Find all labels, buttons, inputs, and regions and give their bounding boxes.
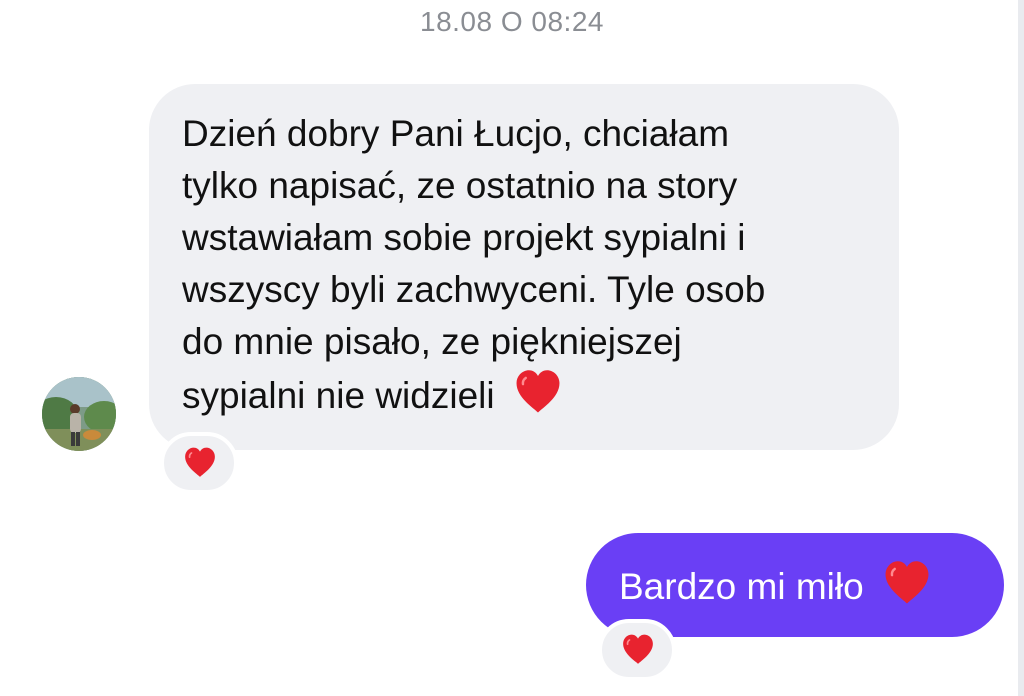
incoming-message-bubble[interactable]: Dzień dobry Pani Łucjo, chciałam tylko n… bbox=[149, 84, 899, 450]
chat-scroll-edge bbox=[1018, 0, 1024, 696]
message-timestamp: 18.08 O 08:24 bbox=[420, 6, 604, 37]
avatar[interactable] bbox=[42, 377, 116, 451]
heart-icon bbox=[885, 561, 929, 604]
heart-icon bbox=[623, 634, 653, 664]
avatar-photo bbox=[42, 377, 116, 451]
incoming-message-reaction[interactable] bbox=[160, 432, 238, 494]
incoming-message-text: Dzień dobry Pani Łucjo, chciałam tylko n… bbox=[182, 108, 879, 422]
outgoing-message-reaction[interactable] bbox=[598, 619, 676, 681]
heart-icon bbox=[185, 447, 215, 477]
heart-icon bbox=[516, 370, 560, 413]
incoming-message-body: Dzień dobry Pani Łucjo, chciałam tylko n… bbox=[182, 113, 766, 416]
outgoing-message-text: Bardzo mi miło bbox=[619, 559, 1004, 613]
outgoing-message-body: Bardzo mi miło bbox=[619, 566, 864, 607]
